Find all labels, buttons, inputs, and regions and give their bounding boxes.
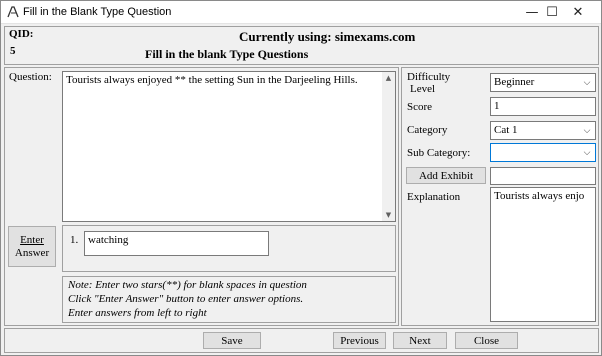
question-panel: Question: Tourists always enjoyed ** the… xyxy=(4,67,399,326)
answers-area: 1. watching xyxy=(62,225,396,272)
question-label: Question: xyxy=(9,71,52,83)
save-button[interactable]: Save xyxy=(203,332,261,349)
subcategory-select[interactable]: ⌵ xyxy=(490,143,596,162)
answer-value: watching xyxy=(88,234,129,246)
score-label: Score xyxy=(407,101,433,113)
qid-value: 5 xyxy=(10,45,16,57)
next-label: Next xyxy=(409,334,431,347)
answer-number: 1. xyxy=(70,234,79,246)
category-label: Category xyxy=(407,124,448,136)
explanation-label: Explanation xyxy=(407,191,461,203)
chevron-down-icon: ⌵ xyxy=(583,77,591,88)
scroll-down-icon[interactable]: ▼ xyxy=(382,209,395,221)
scroll-up-icon[interactable]: ▲ xyxy=(382,72,395,84)
footer-bar: Save Previous Next Close xyxy=(4,328,599,353)
close-icon[interactable]: ✕ xyxy=(555,1,601,24)
explanation-text: Tourists always enjo xyxy=(494,190,585,202)
difficulty-label: Difficulty xyxy=(407,71,451,83)
title-bar: Fill in the Blank Type Question — ☐ ✕ xyxy=(1,1,601,24)
answer-input[interactable]: watching xyxy=(84,231,269,256)
subcategory-label: Sub Category: xyxy=(407,147,471,159)
exhibit-input[interactable] xyxy=(490,167,596,185)
add-exhibit-button[interactable]: Add Exhibit xyxy=(406,167,486,184)
difficulty-select[interactable]: Beginner ⌵ xyxy=(490,73,596,92)
window-title: Fill in the Blank Type Question xyxy=(23,6,172,18)
properties-panel: Difficulty Level Beginner ⌵ Score 1 Cate… xyxy=(401,67,599,326)
question-text: Tourists always enjoyed ** the setting S… xyxy=(66,74,358,86)
close-label: Close xyxy=(473,334,500,347)
app-window: Fill in the Blank Type Question — ☐ ✕ QI… xyxy=(0,0,602,356)
source-title: Currently using: simexams.com xyxy=(239,29,416,44)
category-value: Cat 1 xyxy=(494,124,518,136)
difficulty-value: Beginner xyxy=(494,76,535,88)
previous-label: Previous xyxy=(340,334,379,347)
score-value: 1 xyxy=(494,100,500,112)
enter-answer-line1: Enter xyxy=(20,233,44,246)
score-input[interactable]: 1 xyxy=(490,97,596,116)
note-area: Note: Enter two stars(**) for blank spac… xyxy=(62,276,396,323)
enter-answer-line2: Answer xyxy=(14,246,50,259)
explanation-textarea[interactable]: Tourists always enjo xyxy=(490,187,596,322)
qid-label: QID: xyxy=(9,28,34,40)
question-textarea[interactable]: Tourists always enjoyed ** the setting S… xyxy=(62,71,396,222)
add-exhibit-label: Add Exhibit xyxy=(418,169,474,182)
enter-answer-button[interactable]: Enter Answer xyxy=(8,226,56,267)
question-scrollbar[interactable]: ▲ ▼ xyxy=(382,72,395,221)
difficulty-label-2: Level xyxy=(410,83,436,95)
close-button[interactable]: Close xyxy=(455,332,518,349)
page-title: Fill in the blank Type Questions xyxy=(145,47,309,61)
previous-button[interactable]: Previous xyxy=(333,332,386,349)
chevron-down-icon: ⌵ xyxy=(583,125,591,136)
note-line-2: Click "Enter Answer" button to enter ans… xyxy=(68,293,304,305)
save-label: Save xyxy=(221,334,243,347)
note-line-3: Enter answers from left to right xyxy=(68,307,207,319)
note-line-1: Note: Enter two stars(**) for blank spac… xyxy=(68,279,307,291)
chevron-down-icon: ⌵ xyxy=(583,147,591,158)
next-button[interactable]: Next xyxy=(393,332,447,349)
category-select[interactable]: Cat 1 ⌵ xyxy=(490,121,596,140)
app-icon xyxy=(7,6,19,18)
header-panel: QID: 5 Currently using: simexams.com Fil… xyxy=(4,26,599,65)
